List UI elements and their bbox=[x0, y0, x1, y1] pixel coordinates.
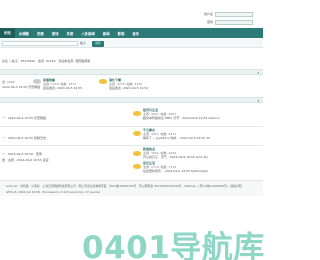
password-input[interactable] bbox=[215, 19, 253, 25]
nav-item-2[interactable]: 伤感 bbox=[33, 31, 48, 36]
forum-status-icon bbox=[33, 79, 41, 84]
username-label: 用户名 bbox=[203, 12, 213, 16]
search-bar: 帖子 搜索 bbox=[0, 39, 263, 48]
collapse-icon[interactable]: ▾ bbox=[257, 99, 259, 103]
forum-last-post: 最后发表: 2024-09-5 19:55 bbox=[43, 86, 83, 91]
nav-item-8[interactable]: 音乐 bbox=[128, 31, 143, 36]
forum-last-post: 每年了... 从2023.0 你的... 2024-09-6 19:55 dh bbox=[143, 136, 210, 141]
watermark-logo: 0401导航库 bbox=[82, 230, 265, 260]
login-form: 用户名 密码 bbox=[199, 11, 257, 27]
forum-status-icon bbox=[133, 164, 141, 169]
forum-status-icon bbox=[133, 151, 141, 156]
forum-status-icon bbox=[99, 79, 107, 84]
top-header: 用户名 密码 bbox=[0, 0, 263, 28]
breadcrumb: 论坛 » 帖子：653/9590 · 会员: 61249 · 欢迎新会员: 蒲熙… bbox=[2, 59, 91, 63]
forum-item[interactable]: 资源收集 主题: 1370, 帖数: 1371 最后发表: 2024-09-5 … bbox=[43, 78, 82, 91]
forum-status-icon bbox=[133, 111, 141, 116]
nav-item-4[interactable]: 手游 bbox=[63, 31, 78, 36]
forum-item[interactable]: 海外下载 主题: 4725, 帖数: 4725 最后发表: 2024-09-5 … bbox=[109, 78, 148, 91]
search-scope-select[interactable]: 帖子 bbox=[80, 41, 86, 45]
search-input[interactable] bbox=[2, 41, 78, 46]
nav-item-5[interactable]: 八卦新闻 bbox=[77, 31, 99, 36]
forum-last-post: 最后发表: 2024-09-5 19:54 bbox=[109, 86, 149, 91]
nav-item-6[interactable]: 新闻 bbox=[99, 31, 114, 36]
left-partial-row: 2024-09-5 19:55 乐奇网络 bbox=[2, 85, 41, 89]
main-nav: 论坛 水调歌 伤感 游戏 手游 八卦新闻 新闻 影视 音乐 bbox=[0, 28, 263, 38]
forum-item[interactable]: 经济与生活 主题: 4297, 帖数: 4297 超文本传输协议 ERTC 打开… bbox=[143, 108, 220, 121]
search-button[interactable]: 搜索 bbox=[92, 40, 104, 47]
nav-item-7[interactable]: 影视 bbox=[114, 31, 129, 36]
nav-item-3[interactable]: 游戏 bbox=[48, 31, 63, 36]
forum-item[interactable]: 千元嫁衣 主题: 4371, 帖数: 4372 每年了... 从2023.0 你… bbox=[143, 128, 210, 141]
row-divider bbox=[0, 145, 263, 146]
forum-status-icon bbox=[133, 131, 141, 136]
forum-item[interactable]: 新闻热点 主题: 4322, 帖数: 4322 开心的日子 · 天气 · 202… bbox=[143, 147, 208, 160]
left-row: 一 · 2024-09-6 19:56 · 老师 · bbox=[2, 152, 44, 156]
password-label: 密码 bbox=[206, 20, 213, 24]
section-header-1[interactable]: ▾ bbox=[0, 69, 263, 75]
forum-last-post: 在这里听音乐... 2024-09-6 19:55 fj2kmOw2Jr bbox=[143, 169, 209, 174]
forum-last-post: 开心的日子 · 天气 · 2024-09-6 19:55 wmk.tty bbox=[143, 155, 208, 160]
collapse-icon[interactable]: ▾ bbox=[257, 71, 259, 75]
section-header-2[interactable]: ▾ bbox=[0, 97, 263, 103]
nav-item-1[interactable]: 水调歌 bbox=[15, 31, 33, 36]
left-partial-row: 发: 2400 bbox=[2, 80, 15, 84]
left-row: 发 · 主题 · 2024-09-6 19:55 豆豆 bbox=[2, 158, 49, 162]
footer-links[interactable]: Archiver · 手机版 · 小黑屋 · 上海云泡网络科技有限公司 · 网上… bbox=[6, 184, 242, 188]
page-footer: Archiver · 手机版 · 小黑屋 · 上海云泡网络科技有限公司 · 网上… bbox=[0, 180, 263, 196]
forum-last-post: 超文本传输协议 ERTC 打开 · 2024-09-6 19:55 lazkov… bbox=[143, 116, 220, 121]
username-input[interactable] bbox=[215, 11, 253, 17]
nav-item-forum[interactable]: 论坛 bbox=[0, 28, 15, 38]
left-row: 一 · 2024-09-6 19:55 复制日志 · bbox=[2, 136, 48, 140]
row-divider bbox=[0, 126, 263, 127]
forum-item[interactable]: 音乐生活 主题: 1770, 帖数: 1770 在这里听音乐... 2024-0… bbox=[143, 161, 208, 174]
left-row: 一 · 2024-09-6 19:55 乐奇网络 bbox=[2, 116, 46, 120]
footer-processing-info: GMT+8, 2024-9-6 19:58 , Processed in 0.1… bbox=[6, 190, 101, 194]
